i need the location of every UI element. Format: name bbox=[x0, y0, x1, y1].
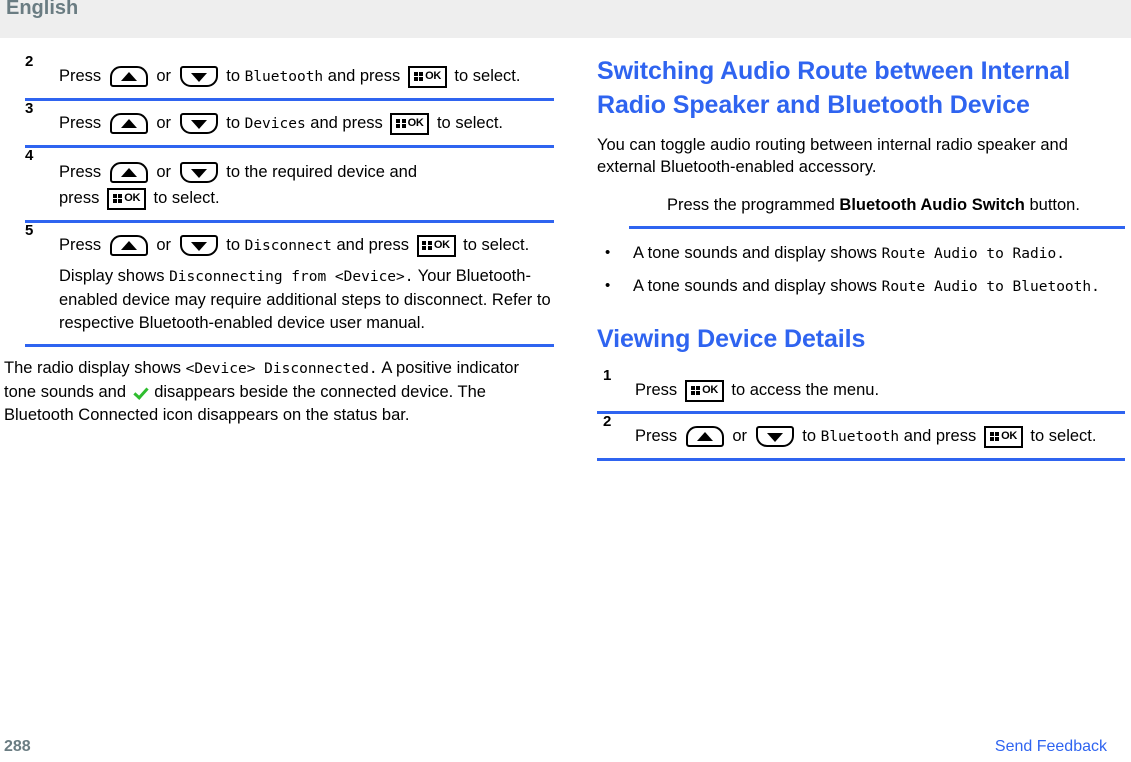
step-text-tail: to select. bbox=[463, 236, 530, 254]
arrow-down-key-icon[interactable] bbox=[179, 113, 218, 135]
bullet-text: A tone sounds and display shows bbox=[633, 244, 877, 262]
step-text-mid: or bbox=[156, 163, 172, 181]
step-item: 2 Press or to Bluetooth and press OK to … bbox=[597, 414, 1125, 458]
step-text-pre: Press bbox=[59, 163, 102, 181]
radio-display-text: Route Audio to Bluetooth. bbox=[881, 279, 1100, 295]
step-text-to: to bbox=[226, 67, 240, 85]
step-text-mid: or bbox=[156, 236, 172, 254]
step-text-pre: Press bbox=[635, 381, 678, 399]
list-item: A tone sounds and display shows Route Au… bbox=[597, 273, 1125, 300]
step-text-pre: Press bbox=[59, 236, 102, 254]
menu-ok-key-icon[interactable]: OK bbox=[983, 425, 1023, 448]
step-number: 3 bbox=[25, 100, 34, 117]
menu-ok-key-icon[interactable]: OK bbox=[390, 112, 430, 135]
step-text-andpress: and press bbox=[327, 67, 401, 85]
menu-ok-key-icon[interactable]: OK bbox=[407, 65, 447, 88]
result-bullet-list: A tone sounds and display shows Route Au… bbox=[597, 240, 1125, 300]
step-item: 4 Press or to the required device and pr… bbox=[25, 148, 554, 220]
left-column: 2 Press or to Bluetooth and press OK to … bbox=[0, 38, 566, 728]
action-instruction: Press the programmed Bluetooth Audio Swi… bbox=[597, 194, 1125, 226]
arrow-up-key-icon[interactable] bbox=[109, 235, 148, 257]
step-text-mid: or bbox=[156, 67, 172, 85]
step-text-to: to bbox=[226, 114, 240, 132]
step-text-secondline: press bbox=[59, 189, 100, 207]
step-item: 3 Press or to Devices and press OK to se… bbox=[25, 101, 554, 145]
step-note: Display shows Disconnecting from <Device… bbox=[25, 258, 554, 335]
arrow-up-key-icon[interactable] bbox=[685, 426, 724, 448]
step-text-andpress: and press bbox=[903, 427, 977, 445]
arrow-down-key-icon[interactable] bbox=[179, 235, 218, 257]
menu-item-name: Bluetooth bbox=[244, 69, 324, 85]
green-check-icon bbox=[133, 385, 148, 400]
section-separator bbox=[629, 226, 1125, 229]
step-text-tail: to select. bbox=[454, 67, 521, 85]
step-item: 2 Press or to Bluetooth and press OK to … bbox=[25, 54, 554, 98]
menu-item-name: Disconnect bbox=[244, 238, 332, 254]
step-text-tail: to select. bbox=[1030, 427, 1097, 445]
step-text-tail2: select. bbox=[455, 114, 503, 132]
menu-item-name: Bluetooth bbox=[820, 429, 900, 445]
page-header: English bbox=[0, 0, 1131, 38]
step-text-to: to the required device and bbox=[226, 163, 418, 181]
step-number: 5 bbox=[25, 222, 34, 239]
step-text: Press or to Devices and press OK to sele… bbox=[25, 101, 554, 136]
intro-paragraph: You can toggle audio routing between int… bbox=[597, 136, 1068, 176]
step-text-andpress: and press bbox=[336, 236, 409, 254]
step-text-to: to bbox=[226, 236, 240, 254]
menu-ok-key-icon[interactable]: OK bbox=[106, 187, 146, 210]
step-text: Press or to Bluetooth and press OK to se… bbox=[25, 54, 554, 89]
step-item: 1 Press OK to access the menu. bbox=[597, 368, 1125, 411]
step-number: 2 bbox=[603, 413, 612, 430]
step-text: Press OK to access the menu. bbox=[597, 368, 1125, 402]
arrow-down-key-icon[interactable] bbox=[755, 426, 794, 448]
section-heading-viewing-device-details: Viewing Device Details bbox=[597, 325, 866, 353]
page-footer: 288 Send Feedback bbox=[0, 728, 1131, 762]
step-text: Press or to the required device and pres… bbox=[25, 148, 554, 211]
step-separator bbox=[25, 344, 554, 347]
step-text-tail: to access the menu. bbox=[731, 381, 880, 399]
step-text-andpress: and press bbox=[310, 114, 383, 132]
document-page: English 2 Press or to Bluetooth and pres… bbox=[0, 0, 1131, 762]
step-number: 2 bbox=[25, 53, 34, 70]
list-item: A tone sounds and display shows Route Au… bbox=[597, 240, 1125, 267]
step-text-pre: Press bbox=[635, 427, 678, 445]
step-text-tail: to select. bbox=[153, 189, 220, 207]
radio-display-text: <Device> Disconnected. bbox=[185, 361, 378, 377]
step-item: 5 Press or to Disconnect and press OK to… bbox=[25, 223, 554, 344]
step-text-pre: Press bbox=[59, 114, 102, 132]
step-number: 4 bbox=[25, 147, 34, 164]
action-post: button. bbox=[1029, 196, 1080, 214]
step-number: 1 bbox=[603, 367, 612, 384]
note-pre: Display shows bbox=[59, 267, 165, 285]
page-number: 288 bbox=[4, 738, 31, 755]
step-text-to: to bbox=[802, 427, 816, 445]
closing-pre: The radio display shows bbox=[4, 359, 182, 377]
send-feedback-link[interactable]: Send Feedback bbox=[995, 738, 1107, 756]
arrow-up-key-icon[interactable] bbox=[109, 162, 148, 184]
action-pre: Press the programmed bbox=[667, 196, 835, 214]
right-column: Switching Audio Route between Internal R… bbox=[565, 38, 1131, 728]
arrow-up-key-icon[interactable] bbox=[109, 113, 148, 135]
language-label: English bbox=[6, 0, 79, 19]
section-heading-switching-audio-route: Switching Audio Route between Internal R… bbox=[597, 57, 1071, 119]
step-text-mid: or bbox=[156, 114, 172, 132]
page-body: 2 Press or to Bluetooth and press OK to … bbox=[0, 38, 1131, 728]
step-text-mid: or bbox=[732, 427, 748, 445]
step-text-pre: Press bbox=[59, 67, 102, 85]
step-separator bbox=[597, 458, 1125, 461]
arrow-up-key-icon[interactable] bbox=[109, 66, 148, 88]
bullet-text: A tone sounds and display shows bbox=[633, 277, 877, 295]
radio-display-text: Route Audio to Radio. bbox=[881, 246, 1065, 262]
step-text: Press or to Bluetooth and press OK to se… bbox=[597, 414, 1125, 449]
menu-item-name: Devices bbox=[244, 116, 306, 132]
step-text: Press or to Disconnect and press OK to s… bbox=[25, 223, 554, 258]
closing-paragraph: The radio display shows <Device> Disconn… bbox=[4, 357, 554, 427]
radio-display-text: Disconnecting from <Device>. bbox=[169, 269, 414, 285]
arrow-down-key-icon[interactable] bbox=[179, 66, 218, 88]
action-button-name: Bluetooth Audio Switch bbox=[839, 196, 1025, 214]
step-text-tail: to bbox=[436, 114, 451, 132]
arrow-down-key-icon[interactable] bbox=[179, 162, 218, 184]
menu-ok-key-icon[interactable]: OK bbox=[684, 379, 724, 402]
menu-ok-key-icon[interactable]: OK bbox=[416, 234, 456, 257]
